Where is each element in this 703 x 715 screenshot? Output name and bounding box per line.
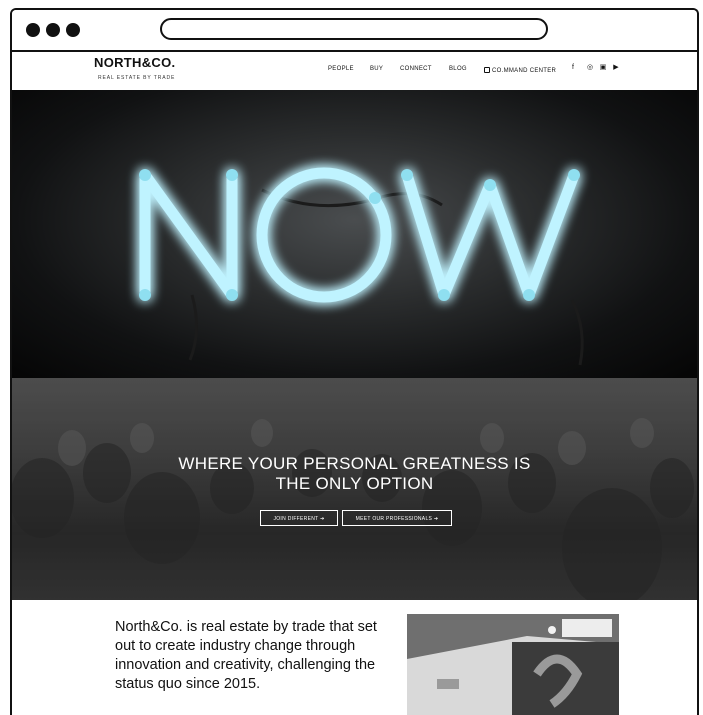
browser-chrome <box>12 10 697 52</box>
window-dot-close[interactable] <box>26 23 40 37</box>
lock-icon <box>484 67 490 73</box>
nav-command-center-label: CO.MMAND CENTER <box>492 68 557 74</box>
nav-buy[interactable]: BUY <box>370 66 383 72</box>
linkedin-icon[interactable]: ▣ <box>599 64 607 72</box>
about-section: North&Co. is real estate by trade that s… <box>12 600 697 715</box>
about-text: North&Co. is real estate by trade that s… <box>115 619 377 692</box>
join-different-button[interactable]: JOIN DIFFERENT ➔ <box>260 510 338 526</box>
nav-connect[interactable]: CONNECT <box>400 66 432 72</box>
office-photo <box>407 614 619 715</box>
hero-tagline: WHERE YOUR PERSONAL GREATNESS IS THE ONL… <box>12 454 697 494</box>
hero-neon-image <box>12 90 697 378</box>
address-bar[interactable] <box>160 18 548 40</box>
browser-window: NORTH&CO. REAL ESTATE BY TRADE PEOPLE BU… <box>10 8 699 715</box>
window-dot-maximize[interactable] <box>66 23 80 37</box>
hero-tagline-line2: THE ONLY OPTION <box>275 474 434 493</box>
nav-people[interactable]: PEOPLE <box>328 66 354 72</box>
hero-tagline-line1: WHERE YOUR PERSONAL GREATNESS IS <box>178 454 531 473</box>
logo[interactable]: NORTH&CO. <box>94 55 175 70</box>
site-header: NORTH&CO. REAL ESTATE BY TRADE PEOPLE BU… <box>12 52 697 88</box>
logo-tagline: REAL ESTATE BY TRADE <box>98 75 176 81</box>
nav-blog[interactable]: BLOG <box>449 66 467 72</box>
hero-crowd-image: WHERE YOUR PERSONAL GREATNESS IS THE ONL… <box>12 378 697 600</box>
meet-professionals-button[interactable]: MEET OUR PROFESSIONALS ➔ <box>342 510 452 526</box>
nav-command-center[interactable]: CO.MMAND CENTER <box>484 66 556 74</box>
window-dot-minimize[interactable] <box>46 23 60 37</box>
instagram-icon[interactable]: ◎ <box>586 64 594 72</box>
neon-now-sign <box>139 167 584 366</box>
office-interior-image <box>407 614 619 715</box>
facebook-icon[interactable]: f <box>569 64 577 72</box>
youtube-icon[interactable]: ▶ <box>612 64 620 72</box>
